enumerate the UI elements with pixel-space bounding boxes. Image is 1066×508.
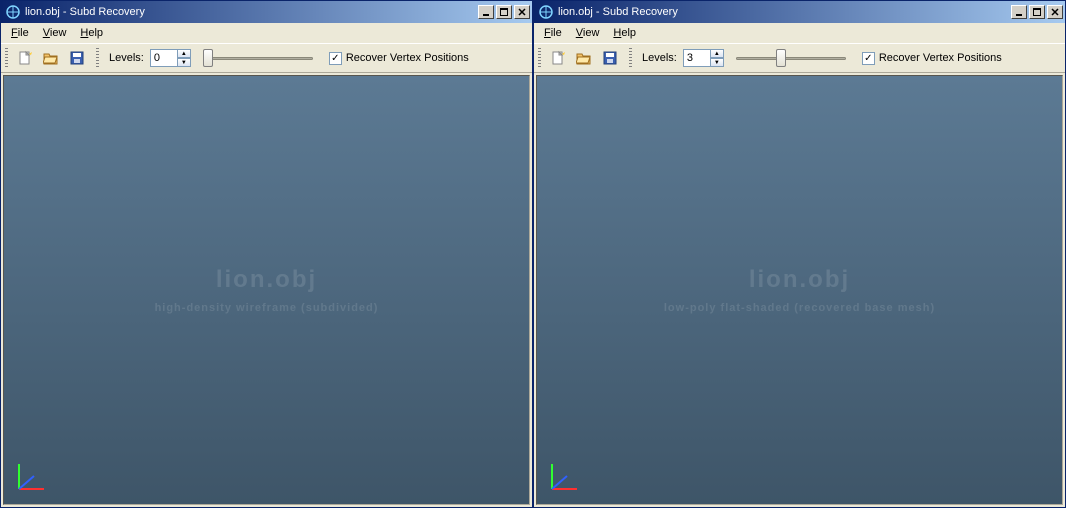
maximize-button[interactable] [496,5,512,19]
menu-bar: File View Help [1,23,532,43]
close-button[interactable] [514,5,530,19]
axis-gizmo-icon [14,454,54,494]
menu-help[interactable]: Help [607,25,642,41]
toolbar-grip [538,48,541,68]
viewport-3d[interactable]: lion.obj low-poly flat-shaded (recovered… [536,75,1063,505]
window-controls [478,5,530,19]
new-file-button[interactable] [14,47,36,69]
recover-checkbox[interactable]: ✓ Recover Vertex Positions [329,52,469,65]
window-controls [1011,5,1063,19]
save-file-button[interactable] [599,47,621,69]
model-placeholder: lion.obj high-density wireframe (subdivi… [4,76,529,504]
open-file-button[interactable] [573,47,595,69]
checkbox-mark-icon: ✓ [862,52,875,65]
levels-down-button[interactable]: ▼ [177,58,191,67]
levels-label: Levels: [638,52,679,64]
new-file-button[interactable] [547,47,569,69]
app-window-right: lion.obj - Subd Recovery File View Help [533,0,1066,508]
menu-file[interactable]: File [5,25,35,41]
menu-bar: File View Help [534,23,1065,43]
toolbar-grip [629,48,632,68]
levels-label: Levels: [105,52,146,64]
title-bar: lion.obj - Subd Recovery [1,1,532,23]
recover-checkbox[interactable]: ✓ Recover Vertex Positions [862,52,1002,65]
menu-file[interactable]: File [538,25,568,41]
app-window-left: lion.obj - Subd Recovery File View Help [0,0,533,508]
levels-slider[interactable] [203,48,313,68]
menu-help[interactable]: Help [74,25,109,41]
model-placeholder: lion.obj low-poly flat-shaded (recovered… [537,76,1062,504]
levels-up-button[interactable]: ▲ [710,49,724,58]
slider-thumb[interactable] [203,49,213,67]
levels-input[interactable] [683,49,711,67]
levels-spinner[interactable]: ▲ ▼ [683,49,724,67]
levels-spinner[interactable]: ▲ ▼ [150,49,191,67]
window-title: lion.obj - Subd Recovery [558,6,1011,18]
slider-thumb[interactable] [776,49,786,67]
open-file-button[interactable] [40,47,62,69]
levels-slider[interactable] [736,48,846,68]
window-title: lion.obj - Subd Recovery [25,6,478,18]
recover-label: Recover Vertex Positions [879,52,1002,64]
minimize-button[interactable] [1011,5,1027,19]
menu-view[interactable]: View [37,25,73,41]
levels-up-button[interactable]: ▲ [177,49,191,58]
toolbar-grip [5,48,8,68]
levels-input[interactable] [150,49,178,67]
toolbar-grip [96,48,99,68]
app-icon [538,4,554,20]
title-bar: lion.obj - Subd Recovery [534,1,1065,23]
toolbar: Levels: ▲ ▼ ✓ Recover Vertex Positions [1,43,532,73]
axis-gizmo-icon [547,454,587,494]
recover-label: Recover Vertex Positions [346,52,469,64]
app-icon [5,4,21,20]
save-file-button[interactable] [66,47,88,69]
levels-down-button[interactable]: ▼ [710,58,724,67]
toolbar: Levels: ▲ ▼ ✓ Recover Vertex Positions [534,43,1065,73]
viewport-3d[interactable]: lion.obj high-density wireframe (subdivi… [3,75,530,505]
maximize-button[interactable] [1029,5,1045,19]
close-button[interactable] [1047,5,1063,19]
menu-view[interactable]: View [570,25,606,41]
minimize-button[interactable] [478,5,494,19]
checkbox-mark-icon: ✓ [329,52,342,65]
